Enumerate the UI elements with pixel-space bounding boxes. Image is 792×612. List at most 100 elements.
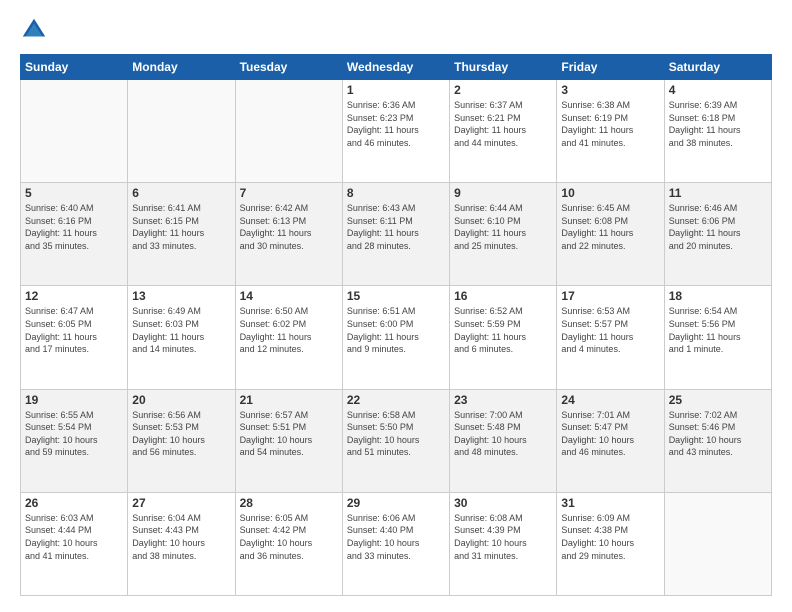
day-info: Sunrise: 7:02 AM Sunset: 5:46 PM Dayligh… [669,409,767,459]
day-info: Sunrise: 6:50 AM Sunset: 6:02 PM Dayligh… [240,305,338,355]
day-number: 8 [347,186,445,200]
day-number: 30 [454,496,552,510]
day-number: 4 [669,83,767,97]
calendar-cell-4-3: 29 Sunrise: 6:06 AM Sunset: 4:40 PM Dayli… [342,492,449,595]
day-info: Sunrise: 7:00 AM Sunset: 5:48 PM Dayligh… [454,409,552,459]
calendar-cell-2-2: 14 Sunrise: 6:50 AM Sunset: 6:02 PM Dayli… [235,286,342,389]
day-number: 23 [454,393,552,407]
day-info: Sunrise: 6:53 AM Sunset: 5:57 PM Dayligh… [561,305,659,355]
col-monday: Monday [128,55,235,80]
calendar-cell-1-4: 9Sunrise: 6:44 AM Sunset: 6:10 PM Daylig… [450,183,557,286]
day-info: Sunrise: 6:49 AM Sunset: 6:03 PM Dayligh… [132,305,230,355]
col-sunday: Sunday [21,55,128,80]
calendar-cell-0-1 [128,80,235,183]
calendar-week-1: 5 Sunrise: 6:40 AM Sunset: 6:16 PM Daylig… [21,183,772,286]
day-number: 18 [669,289,767,303]
day-info: Sunrise: 6:47 AM Sunset: 6:05 PM Dayligh… [25,305,123,355]
calendar-cell-0-6: 4Sunrise: 6:39 AM Sunset: 6:18 PM Daylig… [664,80,771,183]
day-number: 27 [132,496,230,510]
day-number: 5 [25,186,123,200]
calendar-cell-2-6: 18 Sunrise: 6:54 AM Sunset: 5:56 PM Dayli… [664,286,771,389]
calendar-cell-3-6: 25 Sunrise: 7:02 AM Sunset: 5:46 PM Dayli… [664,389,771,492]
day-info: Sunrise: 6:54 AM Sunset: 5:56 PM Dayligh… [669,305,767,355]
day-info: Sunrise: 6:45 AM Sunset: 6:08 PM Dayligh… [561,202,659,252]
calendar-cell-4-1: 27 Sunrise: 6:04 AM Sunset: 4:43 PM Dayli… [128,492,235,595]
day-info: Sunrise: 6:05 AM Sunset: 4:42 PM Dayligh… [240,512,338,562]
calendar-cell-3-0: 19 Sunrise: 6:55 AM Sunset: 5:54 PM Dayli… [21,389,128,492]
logo [20,16,52,44]
calendar-cell-3-1: 20 Sunrise: 6:56 AM Sunset: 5:53 PM Dayli… [128,389,235,492]
day-info: Sunrise: 6:46 AM Sunset: 6:06 PM Dayligh… [669,202,767,252]
day-number: 28 [240,496,338,510]
calendar-cell-3-2: 21 Sunrise: 6:57 AM Sunset: 5:51 PM Dayli… [235,389,342,492]
calendar-cell-1-2: 7 Sunrise: 6:42 AM Sunset: 6:13 PM Daylig… [235,183,342,286]
day-number: 25 [669,393,767,407]
calendar-week-0: 1 Sunrise: 6:36 AM Sunset: 6:23 PM Daylig… [21,80,772,183]
day-number: 12 [25,289,123,303]
calendar-header-row: Sunday Monday Tuesday Wednesday Thursday… [21,55,772,80]
day-number: 3 [561,83,659,97]
day-info: Sunrise: 6:52 AM Sunset: 5:59 PM Dayligh… [454,305,552,355]
calendar-cell-3-3: 22 Sunrise: 6:58 AM Sunset: 5:50 PM Dayli… [342,389,449,492]
col-thursday: Thursday [450,55,557,80]
calendar-cell-1-1: 6Sunrise: 6:41 AM Sunset: 6:15 PM Daylig… [128,183,235,286]
calendar-cell-1-3: 8Sunrise: 6:43 AM Sunset: 6:11 PM Daylig… [342,183,449,286]
day-number: 16 [454,289,552,303]
calendar-cell-0-3: 1 Sunrise: 6:36 AM Sunset: 6:23 PM Daylig… [342,80,449,183]
calendar-cell-0-0 [21,80,128,183]
day-info: Sunrise: 6:44 AM Sunset: 6:10 PM Dayligh… [454,202,552,252]
calendar-week-4: 26Sunrise: 6:03 AM Sunset: 4:44 PM Dayli… [21,492,772,595]
day-number: 7 [240,186,338,200]
day-number: 21 [240,393,338,407]
calendar-week-2: 12 Sunrise: 6:47 AM Sunset: 6:05 PM Dayli… [21,286,772,389]
day-info: Sunrise: 6:42 AM Sunset: 6:13 PM Dayligh… [240,202,338,252]
day-info: Sunrise: 6:40 AM Sunset: 6:16 PM Dayligh… [25,202,123,252]
calendar-cell-2-5: 17 Sunrise: 6:53 AM Sunset: 5:57 PM Dayli… [557,286,664,389]
calendar-cell-4-0: 26Sunrise: 6:03 AM Sunset: 4:44 PM Dayli… [21,492,128,595]
day-info: Sunrise: 6:38 AM Sunset: 6:19 PM Dayligh… [561,99,659,149]
day-info: Sunrise: 6:06 AM Sunset: 4:40 PM Dayligh… [347,512,445,562]
calendar-cell-4-5: 31Sunrise: 6:09 AM Sunset: 4:38 PM Dayli… [557,492,664,595]
calendar-cell-4-4: 30Sunrise: 6:08 AM Sunset: 4:39 PM Dayli… [450,492,557,595]
day-number: 29 [347,496,445,510]
calendar-cell-2-3: 15Sunrise: 6:51 AM Sunset: 6:00 PM Dayli… [342,286,449,389]
day-info: Sunrise: 6:36 AM Sunset: 6:23 PM Dayligh… [347,99,445,149]
day-info: Sunrise: 6:58 AM Sunset: 5:50 PM Dayligh… [347,409,445,459]
calendar-cell-2-0: 12 Sunrise: 6:47 AM Sunset: 6:05 PM Dayli… [21,286,128,389]
day-info: Sunrise: 6:09 AM Sunset: 4:38 PM Dayligh… [561,512,659,562]
logo-icon [20,16,48,44]
day-number: 10 [561,186,659,200]
col-saturday: Saturday [664,55,771,80]
day-number: 22 [347,393,445,407]
col-wednesday: Wednesday [342,55,449,80]
day-info: Sunrise: 6:57 AM Sunset: 5:51 PM Dayligh… [240,409,338,459]
day-number: 2 [454,83,552,97]
calendar-table: Sunday Monday Tuesday Wednesday Thursday… [20,54,772,596]
day-number: 17 [561,289,659,303]
day-info: Sunrise: 6:37 AM Sunset: 6:21 PM Dayligh… [454,99,552,149]
day-info: Sunrise: 6:55 AM Sunset: 5:54 PM Dayligh… [25,409,123,459]
calendar-cell-2-1: 13 Sunrise: 6:49 AM Sunset: 6:03 PM Dayli… [128,286,235,389]
calendar-cell-4-6 [664,492,771,595]
day-info: Sunrise: 7:01 AM Sunset: 5:47 PM Dayligh… [561,409,659,459]
calendar-cell-4-2: 28 Sunrise: 6:05 AM Sunset: 4:42 PM Dayli… [235,492,342,595]
day-number: 20 [132,393,230,407]
day-number: 13 [132,289,230,303]
calendar-cell-3-5: 24 Sunrise: 7:01 AM Sunset: 5:47 PM Dayli… [557,389,664,492]
day-number: 14 [240,289,338,303]
day-info: Sunrise: 6:04 AM Sunset: 4:43 PM Dayligh… [132,512,230,562]
day-info: Sunrise: 6:56 AM Sunset: 5:53 PM Dayligh… [132,409,230,459]
day-number: 19 [25,393,123,407]
calendar-cell-3-4: 23 Sunrise: 7:00 AM Sunset: 5:48 PM Dayli… [450,389,557,492]
calendar-cell-1-5: 10 Sunrise: 6:45 AM Sunset: 6:08 PM Dayli… [557,183,664,286]
header [20,16,772,44]
day-info: Sunrise: 6:03 AM Sunset: 4:44 PM Dayligh… [25,512,123,562]
page: Sunday Monday Tuesday Wednesday Thursday… [0,0,792,612]
calendar-week-3: 19 Sunrise: 6:55 AM Sunset: 5:54 PM Dayli… [21,389,772,492]
calendar-cell-1-6: 11 Sunrise: 6:46 AM Sunset: 6:06 PM Dayli… [664,183,771,286]
day-number: 11 [669,186,767,200]
day-number: 1 [347,83,445,97]
calendar-cell-0-5: 3 Sunrise: 6:38 AM Sunset: 6:19 PM Daylig… [557,80,664,183]
day-info: Sunrise: 6:51 AM Sunset: 6:00 PM Dayligh… [347,305,445,355]
day-number: 24 [561,393,659,407]
